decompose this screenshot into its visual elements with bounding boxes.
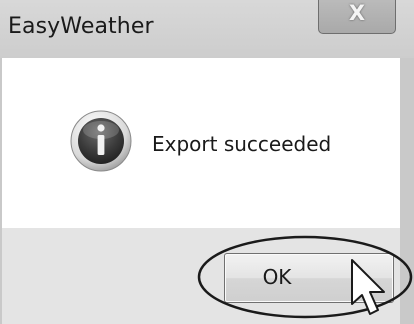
ok-button-label: OK (262, 265, 292, 289)
window-frame-right (400, 58, 414, 324)
window-title: EasyWeather (8, 14, 154, 39)
information-icon (70, 110, 132, 172)
dialog-message: Export succeeded (152, 132, 332, 156)
mouse-cursor-icon (351, 259, 385, 315)
dialog-content: Export succeeded (2, 58, 400, 228)
close-icon: X (348, 1, 366, 25)
close-button[interactable]: X (318, 0, 396, 34)
title-bar[interactable]: EasyWeather X (0, 0, 414, 58)
screenshot: EasyWeather X Export succeeded OK (0, 0, 414, 324)
message-dialog: EasyWeather X Export succeeded OK (0, 0, 414, 324)
